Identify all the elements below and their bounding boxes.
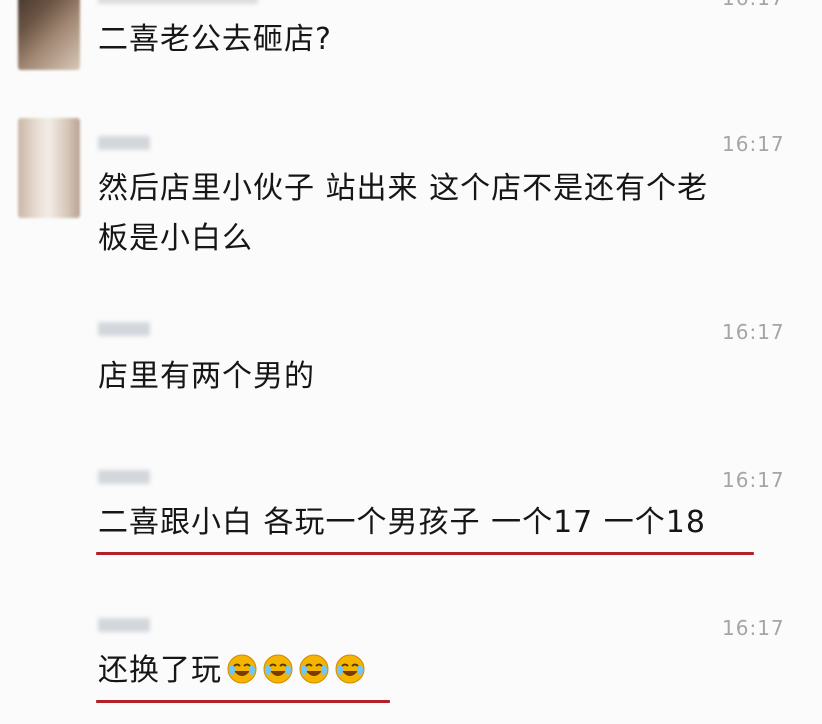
chat-message: 16:17 还换了玩 [0, 604, 822, 714]
avatar[interactable] [18, 118, 80, 218]
highlight-underline [96, 552, 754, 555]
message-text-content: 还换了玩 [98, 653, 222, 688]
chat-message: 16:17 二喜跟小白 各玩一个男孩子 一个17 一个18 [0, 458, 822, 568]
chat-message: 16:17 二喜老公去砸店? [0, 0, 822, 92]
sender-name-blurred [98, 470, 150, 484]
laughing-crying-emoji-icon [334, 653, 366, 685]
message-text-line: 板是小白么 [98, 221, 253, 256]
message-timestamp: 16:17 [722, 468, 785, 492]
message-text-line: 然后店里小伙子 站出来 这个店不是还有个老 [98, 171, 709, 206]
emoji-row [222, 653, 366, 688]
chat-screenshot: 16:17 二喜老公去砸店? 16:17 然后店里小伙子 站出来 这个店不是还有… [0, 0, 822, 724]
sender-name-blurred [98, 322, 150, 336]
highlight-underline [96, 700, 390, 703]
message-text: 店里有两个男的 [98, 359, 315, 394]
sender-name-blurred [98, 0, 258, 4]
chat-message: 16:17 店里有两个男的 [0, 312, 822, 412]
laughing-crying-emoji-icon [298, 653, 330, 685]
message-timestamp: 16:17 [722, 0, 785, 10]
sender-name-blurred [98, 618, 150, 632]
message-timestamp: 16:17 [722, 616, 785, 640]
message-timestamp: 16:17 [722, 132, 785, 156]
avatar[interactable] [18, 0, 80, 70]
message-text: 二喜老公去砸店? [98, 22, 332, 57]
message-text: 还换了玩 [98, 648, 778, 694]
chat-message: 16:17 然后店里小伙子 站出来 这个店不是还有个老 板是小白么 [0, 116, 822, 276]
message-text: 二喜跟小白 各玩一个男孩子 一个17 一个18 [98, 505, 706, 540]
laughing-crying-emoji-icon [262, 653, 294, 685]
laughing-crying-emoji-icon [226, 653, 258, 685]
sender-name-blurred [98, 136, 150, 150]
message-timestamp: 16:17 [722, 320, 785, 344]
